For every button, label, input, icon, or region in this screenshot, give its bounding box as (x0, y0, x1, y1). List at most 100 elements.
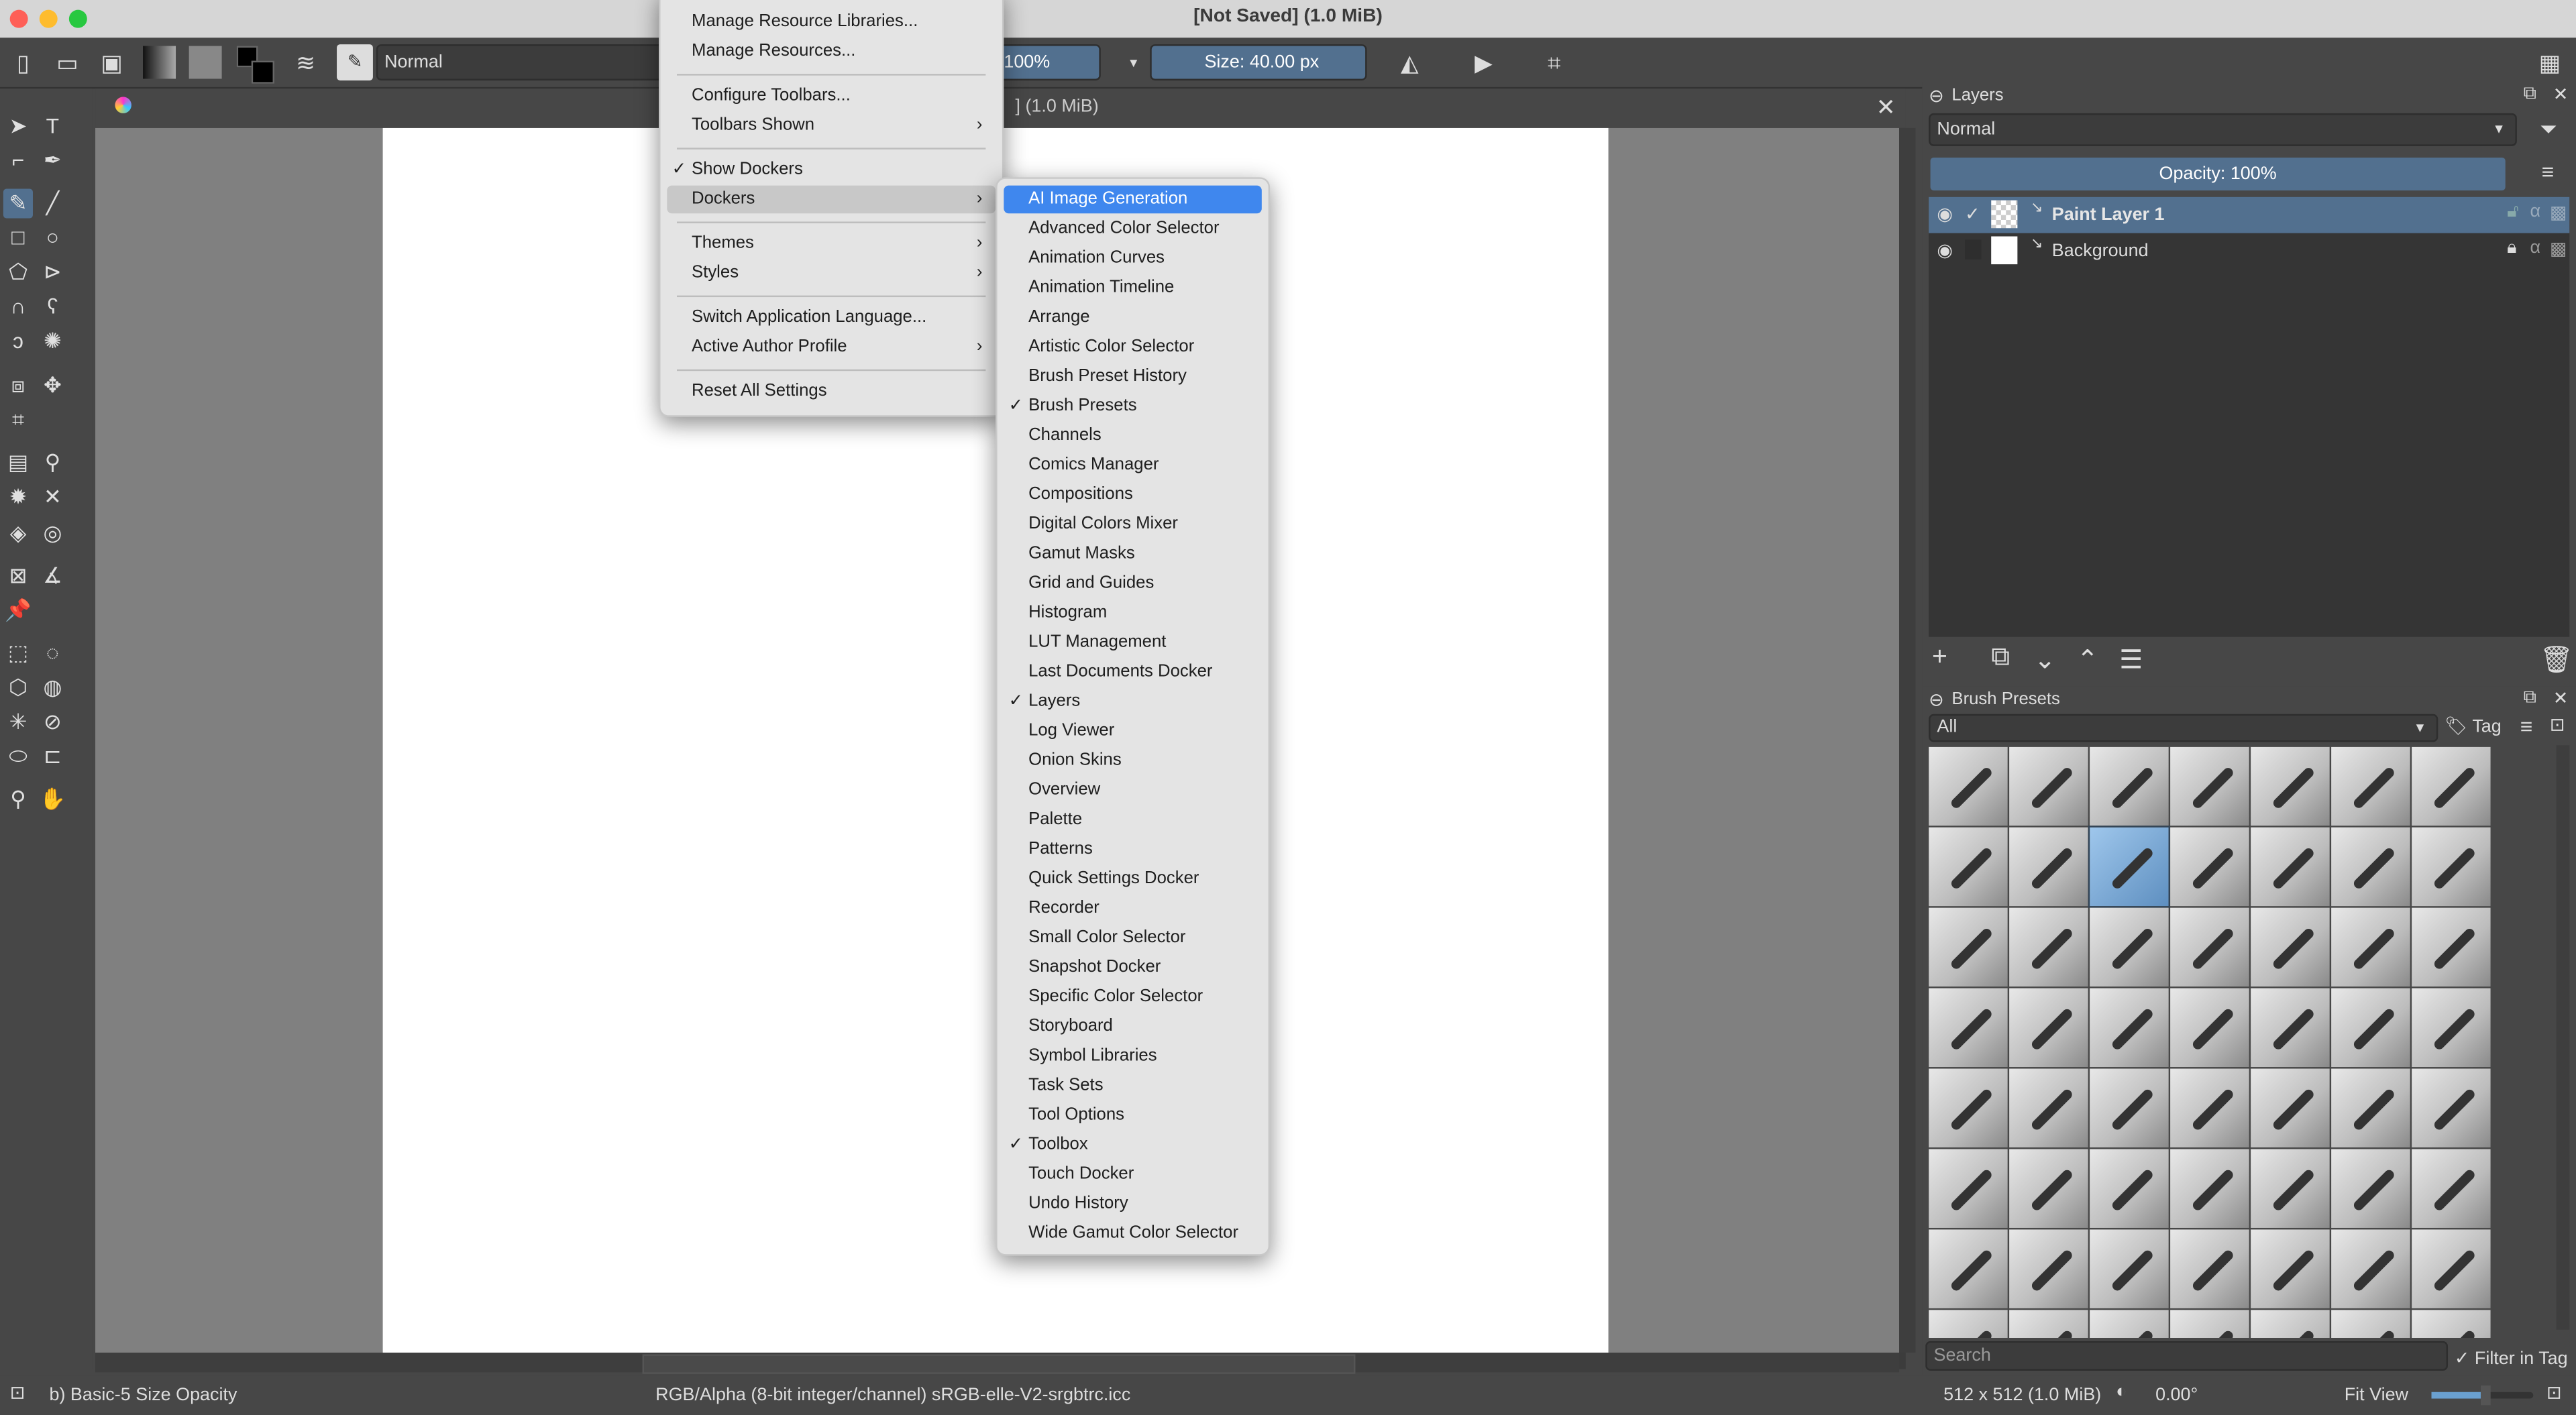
brush-preset-thumbnail[interactable] (2331, 827, 2410, 907)
alpha-lock-icon[interactable]: α (2530, 202, 2540, 221)
docker-item-animation-curves[interactable]: Animation Curves (1004, 245, 1261, 273)
brush-preset-thumbnail[interactable] (2009, 1068, 2088, 1148)
menu-item-styles[interactable]: Styles › (667, 260, 996, 288)
brush-preset-thumbnail[interactable] (2090, 746, 2169, 826)
assistant-tool-icon[interactable]: ✕ (38, 483, 67, 512)
lock-docker-icon[interactable]: ⊖ (1929, 85, 1944, 107)
zoom-slider[interactable] (2431, 1385, 2534, 1406)
docker-item-snapshot-docker[interactable]: Snapshot Docker (1004, 954, 1261, 982)
docker-item-arrange[interactable]: Arrange (1004, 304, 1261, 332)
filter-in-tag-checkbox[interactable]: ✓ Filter in Tag (2455, 1348, 2568, 1369)
reference-images-tool-icon[interactable]: 📌 (3, 596, 33, 626)
brush-preset-thumbnail[interactable] (2170, 827, 2249, 907)
docker-item-histogram[interactable]: Histogram (1004, 599, 1261, 627)
docker-item-gamut-masks[interactable]: Gamut Masks (1004, 540, 1261, 568)
brush-preset-thumbnail[interactable] (2009, 907, 2088, 987)
fill-tool-icon[interactable]: ◈ (3, 519, 33, 549)
brush-preset-thumbnail[interactable] (2331, 1310, 2410, 1338)
brush-preset-thumbnail[interactable] (2251, 1229, 2330, 1308)
brush-preset-thumbnail[interactable] (1929, 746, 2008, 826)
menu-item-switch-application-language[interactable]: Switch Application Language... (667, 304, 996, 332)
duplicate-layer-icon[interactable]: ⧉ (1991, 644, 2010, 673)
new-document-icon[interactable]: ▯ (10, 48, 36, 77)
docker-item-compositions[interactable]: Compositions (1004, 481, 1261, 509)
brush-preset-thumbnail[interactable] (2170, 746, 2249, 826)
docker-item-touch-docker[interactable]: Touch Docker (1004, 1161, 1261, 1189)
brush-search-input[interactable]: Search (1925, 1341, 2449, 1371)
menu-item-configure-toolbars[interactable]: Configure Toolbars... (667, 82, 996, 110)
brush-preset-thumbnail[interactable] (2412, 746, 2491, 826)
brush-preset-thumbnail[interactable] (2009, 746, 2088, 826)
polygonal-selection-icon[interactable]: ⬡ (3, 673, 33, 703)
opacity-slider[interactable]: 100% (996, 44, 1101, 80)
docker-item-comics-manager[interactable]: Comics Manager (1004, 451, 1261, 479)
close-docker-icon[interactable]: ✕ (2553, 84, 2569, 105)
menu-item-manage-resource-libraries[interactable]: Manage Resource Libraries... (667, 8, 996, 36)
float-docker-icon[interactable]: ⧉ (2524, 84, 2536, 105)
move-tool-icon[interactable]: ✥ (38, 371, 67, 400)
brush-preset-thumbnail[interactable] (2090, 1068, 2169, 1148)
brush-settings-icon[interactable]: ≋ (292, 48, 319, 77)
inherit-alpha-icon[interactable]: ▩ (2550, 202, 2567, 223)
size-slider[interactable]: Size: 40.00 px (1150, 44, 1367, 80)
brush-preset-thumbnail[interactable] (2009, 1229, 2088, 1308)
brush-preset-thumbnail[interactable] (2331, 1229, 2410, 1308)
close-tab-icon[interactable]: ✕ (1876, 94, 1896, 122)
brush-preset-thumbnail[interactable] (2412, 827, 2491, 907)
delete-layer-icon[interactable]: 🗑︎ (2540, 644, 2573, 677)
docker-item-recorder[interactable]: Recorder (1004, 895, 1261, 923)
filter-icon[interactable]: ⏷ (2540, 117, 2557, 143)
brush-grid-scrollbar[interactable] (2556, 745, 2570, 1330)
gradient-tool-icon[interactable]: ▤ (3, 448, 33, 477)
docker-item-animation-timeline[interactable]: Animation Timeline (1004, 274, 1261, 302)
brush-preset-thumbnail[interactable] (2331, 1068, 2410, 1148)
layer-menu-icon[interactable]: ≡ (2542, 159, 2555, 184)
docker-item-ai-image-generation[interactable]: AI Image Generation (1004, 185, 1262, 214)
layer-opacity-slider[interactable]: Opacity: 100% (1930, 157, 2506, 190)
alpha-lock-icon[interactable]: α (2530, 238, 2540, 258)
brush-preset-thumbnail[interactable] (2412, 1229, 2491, 1308)
menu-item-reset-all-settings[interactable]: Reset All Settings (667, 378, 996, 406)
dynamic-brush-tool-icon[interactable]: ↄ (3, 327, 33, 356)
menu-item-dockers[interactable]: Dockers › (667, 185, 996, 214)
brush-preset-thumbnail[interactable] (2251, 907, 2330, 987)
freehand-brush-tool-icon[interactable]: ✎ (3, 188, 33, 219)
brush-preset-thumbnail[interactable] (2170, 1068, 2249, 1148)
brush-preset-thumbnail[interactable] (2331, 1149, 2410, 1228)
docker-item-log-viewer[interactable]: Log Viewer (1004, 718, 1261, 746)
float-docker-icon[interactable]: ⧉ (2524, 688, 2536, 710)
docker-item-onion-skins[interactable]: Onion Skins (1004, 747, 1261, 775)
brush-preset-thumbnail[interactable] (2009, 1149, 2088, 1228)
open-document-icon[interactable]: ▭ (54, 48, 80, 77)
brush-preset-thumbnail[interactable] (2251, 746, 2330, 826)
move-layer-up-icon[interactable]: ⌃ (2077, 644, 2099, 677)
line-tool-icon[interactable]: ╱ (38, 188, 67, 218)
brush-preset-thumbnail[interactable] (2251, 1068, 2330, 1148)
freehand-path-tool-icon[interactable]: ʕ (38, 292, 67, 322)
mirror-vertical-icon[interactable]: ▶ (1470, 48, 1497, 77)
brush-preset-thumbnail[interactable] (2170, 907, 2249, 987)
docker-item-storyboard[interactable]: Storyboard (1004, 1013, 1261, 1041)
brush-preset-button[interactable]: ✎ (337, 44, 373, 80)
menu-item-themes[interactable]: Themes › (667, 230, 996, 258)
layer-blend-mode-select[interactable]: Normal ▼ (1929, 113, 2517, 146)
docker-item-layers[interactable]: ✓ Layers (1004, 688, 1261, 716)
elliptical-selection-icon[interactable]: ◌ (38, 638, 67, 668)
menu-item-manage-resources[interactable]: Manage Resources... (667, 38, 996, 66)
gradient-selector[interactable] (143, 46, 176, 79)
docker-item-undo-history[interactable]: Undo History (1004, 1190, 1261, 1219)
docker-item-grid-and-guides[interactable]: Grid and Guides (1004, 569, 1261, 598)
brush-preset-thumbnail[interactable] (1929, 1229, 2008, 1308)
layer-row-background[interactable]: ◉ ↘ Background 🔒︎ α ▩ (1929, 233, 2569, 270)
blend-mode-select[interactable]: Normal (376, 44, 665, 80)
vertical-scrollbar[interactable] (1899, 127, 1916, 1353)
docker-item-patterns[interactable]: Patterns (1004, 836, 1261, 864)
brush-preset-thumbnail[interactable] (1929, 1068, 2008, 1148)
multibrush-tool-icon[interactable]: ✺ (38, 327, 67, 356)
transform-tool-icon[interactable]: ⧈ (3, 371, 33, 400)
freehand-selection-icon[interactable]: ◍ (38, 673, 67, 703)
layer-checkbox[interactable]: ✓ (1965, 204, 1980, 225)
brush-preset-thumbnail[interactable] (2412, 907, 2491, 987)
measure-tool-icon[interactable]: ∡ (38, 561, 67, 591)
brush-preset-thumbnail[interactable] (2170, 988, 2249, 1068)
